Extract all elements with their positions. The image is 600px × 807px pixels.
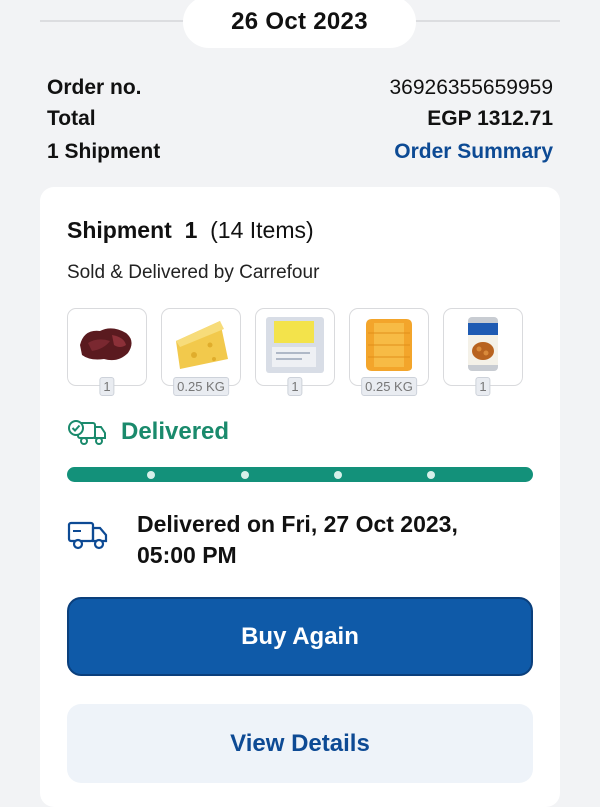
seller-info: Sold & Delivered by Carrefour bbox=[67, 262, 320, 283]
shipment-title: Shipment 1 (14 Items) bbox=[67, 217, 314, 244]
shipments-row: 1 Shipment Order Summary bbox=[47, 140, 553, 164]
cheese-wedge-icon bbox=[176, 321, 228, 369]
shipment-card: Shipment 1 (14 Items) Sold & Delivered b… bbox=[40, 187, 560, 807]
delivery-truck-check-icon bbox=[68, 420, 106, 445]
canned-beans-icon bbox=[468, 317, 498, 371]
progress-step bbox=[241, 471, 249, 479]
order-total-value: EGP 1312.71 bbox=[427, 107, 553, 130]
delivery-progress-bar bbox=[67, 467, 533, 482]
cheese-slices-icon bbox=[366, 319, 412, 371]
order-number-label: Order no. bbox=[47, 76, 142, 99]
shipment-items-count: (14 Items) bbox=[210, 217, 314, 243]
progress-step bbox=[147, 471, 155, 479]
shipments-count: 1 Shipment bbox=[47, 140, 161, 163]
delivery-date-row: Delivered on Fri, 27 Oct 2023, 05:00 PM bbox=[67, 509, 517, 571]
delivery-status: Delivered bbox=[67, 417, 229, 447]
order-number-value: 36926355659959 bbox=[389, 76, 553, 99]
liver-icon bbox=[80, 328, 132, 361]
packaged-product-icon bbox=[266, 317, 324, 373]
view-details-button[interactable]: View Details bbox=[67, 704, 533, 783]
order-date: 26 Oct 2023 bbox=[183, 0, 416, 48]
delivered-on-text: Delivered on Fri, 27 Oct 2023, 05:00 PM bbox=[137, 511, 458, 568]
item-thumbnail[interactable]: 1 bbox=[255, 308, 335, 396]
item-quantity: 1 bbox=[99, 377, 115, 396]
item-thumbnail[interactable]: 1 bbox=[67, 308, 147, 396]
buy-again-button[interactable]: Buy Again bbox=[67, 597, 533, 676]
shipment-label: Shipment bbox=[67, 217, 172, 243]
item-quantity: 0.25 KG bbox=[173, 377, 229, 396]
order-total-row: Total EGP 1312.71 bbox=[47, 107, 553, 131]
date-divider-left bbox=[40, 20, 185, 22]
delivery-truck-icon bbox=[67, 521, 108, 550]
item-thumbnail[interactable]: 0.25 KG bbox=[349, 308, 429, 396]
order-summary-link[interactable]: Order Summary bbox=[394, 140, 553, 164]
order-number-row: Order no. 36926355659959 bbox=[47, 76, 553, 100]
item-thumbnail[interactable]: 1 bbox=[443, 308, 523, 396]
status-label: Delivered bbox=[121, 418, 230, 445]
date-divider-right bbox=[415, 20, 560, 22]
item-thumbnail[interactable]: 0.25 KG bbox=[161, 308, 241, 396]
item-quantity: 1 bbox=[287, 377, 303, 396]
order-total-label: Total bbox=[47, 107, 96, 130]
item-thumbnails: 1 0.25 KG 1 0.25 KG 1 bbox=[67, 308, 523, 396]
progress-step bbox=[427, 471, 435, 479]
progress-step bbox=[334, 471, 342, 479]
item-quantity: 0.25 KG bbox=[361, 377, 417, 396]
shipment-number: 1 bbox=[184, 217, 198, 243]
item-quantity: 1 bbox=[475, 377, 491, 396]
